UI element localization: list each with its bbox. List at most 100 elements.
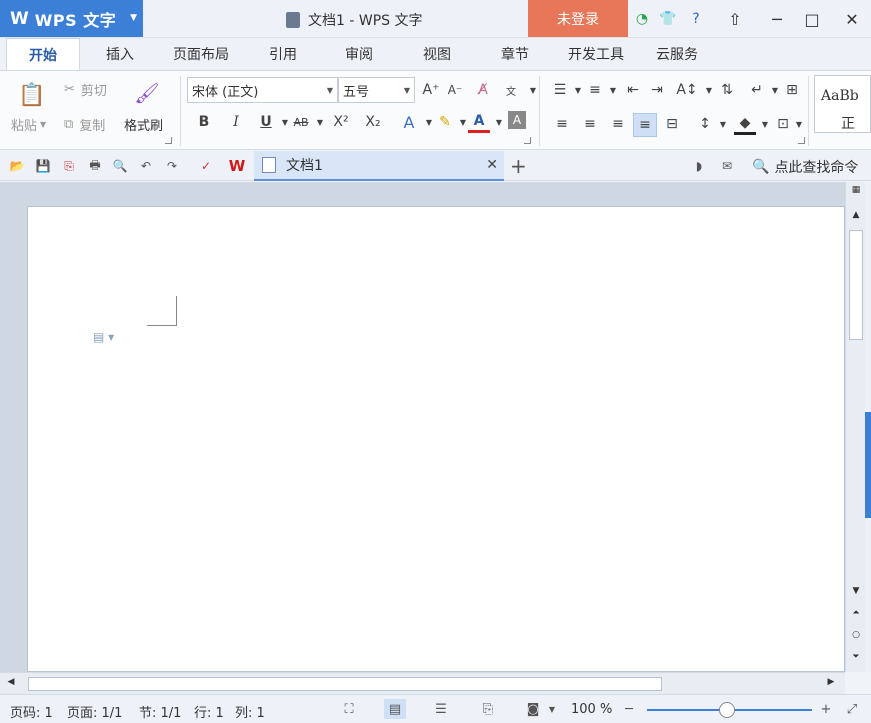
print-icon[interactable]: 🖶 xyxy=(86,157,104,175)
format-painter-button[interactable]: 格式刷 xyxy=(124,115,163,134)
bold-icon[interactable]: B xyxy=(193,111,215,133)
scroll-down-icon[interactable]: ▼ xyxy=(846,586,866,596)
chevron-down-icon[interactable]: ▼ xyxy=(788,113,810,135)
chevron-down-icon[interactable]: ▼ xyxy=(488,111,510,133)
tab-cloud-service[interactable]: 云服务 xyxy=(648,38,706,70)
scroll-left-icon[interactable]: ◀ xyxy=(4,677,18,687)
redo-icon[interactable]: ↷ xyxy=(163,157,181,175)
style-gallery-item[interactable]: AaBb 正 xyxy=(814,75,871,133)
customize-icon[interactable]: ✓ xyxy=(197,157,215,175)
command-search[interactable]: 🔍 点此查找命令 xyxy=(752,157,858,177)
paragraph-dialog-launcher[interactable] xyxy=(798,137,805,144)
font-color-icon[interactable]: A xyxy=(468,111,490,133)
print-preview-icon[interactable]: 🔍 xyxy=(111,157,129,175)
copy-button[interactable]: ⧉ 复制 xyxy=(64,115,105,134)
close-icon[interactable]: ✕ xyxy=(486,157,498,173)
wps-home-icon[interactable]: W xyxy=(226,157,248,175)
chevron-down-icon[interactable]: ▼ xyxy=(541,699,563,719)
doc-tab[interactable]: 文档1 ✕ xyxy=(254,151,504,181)
decrease-indent-icon[interactable]: ⇤ xyxy=(622,79,644,101)
clear-format-icon[interactable]: A̸ xyxy=(472,79,494,101)
scroll-right-icon[interactable]: ▶ xyxy=(824,677,838,687)
superscript-icon[interactable]: X² xyxy=(330,111,352,133)
tab-chapter[interactable]: 章节 xyxy=(490,38,540,70)
status-bar: 页码: 1 页面: 1/1 节: 1/1 行: 1 列: 1 ⛶ ▤ ☰ ⎘ ◙… xyxy=(0,694,871,723)
sync-icon[interactable]: ◔ xyxy=(632,9,652,29)
help-icon[interactable]: ? xyxy=(686,9,706,29)
tab-view[interactable]: 视图 xyxy=(412,38,462,70)
tab-references[interactable]: 引用 xyxy=(258,38,308,70)
web-view-icon[interactable]: ⎘ xyxy=(477,699,499,719)
vertical-scroll-thumb[interactable] xyxy=(849,230,863,340)
horizontal-scrollbar[interactable]: ◀ ▶ xyxy=(0,672,845,694)
tab-developer[interactable]: 开发工具 xyxy=(560,38,632,70)
paste-button[interactable]: 粘贴 ▼ xyxy=(11,115,46,134)
page-view-icon[interactable]: ▤ xyxy=(384,699,406,719)
chevron-down-icon[interactable]: ▼ xyxy=(309,111,331,133)
next-page-icon[interactable]: ⏷ xyxy=(846,652,866,662)
font-dialog-launcher[interactable] xyxy=(524,137,531,144)
login-button[interactable]: 未登录 xyxy=(528,0,628,37)
close-icon[interactable]: ✕ xyxy=(839,6,865,32)
vertical-scrollbar[interactable]: ▦ ▲ ▼ ⏶ ○ ⏷ xyxy=(845,182,865,672)
outline-view-icon[interactable]: ☰ xyxy=(430,699,452,719)
maximize-icon[interactable]: □ xyxy=(799,6,825,32)
chevron-down-icon[interactable]: ▼ xyxy=(522,79,544,101)
upload-icon[interactable]: ⇧ xyxy=(722,6,748,32)
app-menu-button[interactable]: W WPS 文字 ▼ xyxy=(0,0,143,37)
feedback-icon[interactable]: ✉ xyxy=(718,157,736,175)
fullscreen-icon[interactable]: ⛶ xyxy=(338,699,360,719)
paste-options-icon[interactable]: ▤ ▾ xyxy=(93,330,114,344)
sort-icon[interactable]: ⇅ xyxy=(716,79,738,101)
chevron-down-icon[interactable]: ▼ xyxy=(602,79,624,101)
phonetic-guide-icon[interactable]: 文 xyxy=(500,79,522,101)
font-name-select[interactable]: 宋体 (正文) ▼ xyxy=(187,77,338,103)
italic-icon[interactable]: I xyxy=(225,111,247,133)
export-pdf-icon[interactable]: ⎘ xyxy=(60,157,78,175)
minimize-icon[interactable]: ─ xyxy=(764,6,790,32)
align-right-icon[interactable]: ≡ xyxy=(607,113,629,135)
text-direction-icon[interactable]: A↕ xyxy=(676,79,698,101)
browse-object-icon[interactable]: ○ xyxy=(846,630,866,640)
table-grid-icon[interactable]: ⊞ xyxy=(781,79,803,101)
tab-page-layout[interactable]: 页面布局 xyxy=(165,38,237,70)
tab-insert[interactable]: 插入 xyxy=(92,38,148,70)
zoom-out-icon[interactable]: ─ xyxy=(618,699,640,719)
doc-mode-icon[interactable]: ◗ xyxy=(690,157,708,175)
text-effect-icon[interactable]: A xyxy=(398,111,420,133)
shrink-font-icon[interactable]: A⁻ xyxy=(444,79,466,101)
paste-label: 粘贴 xyxy=(11,119,38,134)
increase-indent-icon[interactable]: ⇥ xyxy=(646,79,668,101)
shading-icon[interactable]: ◆ xyxy=(734,113,756,135)
justify-icon[interactable]: ≡ xyxy=(633,113,657,137)
horizontal-scroll-thumb[interactable] xyxy=(28,677,662,691)
align-center-icon[interactable]: ≡ xyxy=(579,113,601,135)
distributed-align-icon[interactable]: ⊟ xyxy=(661,113,683,135)
paste-icon[interactable]: 📋 xyxy=(18,81,46,109)
side-panel-toggle[interactable] xyxy=(865,412,871,518)
char-shading-icon[interactable]: A xyxy=(508,111,526,129)
skin-icon[interactable]: 👕 xyxy=(658,9,678,29)
tab-home[interactable]: 开始 xyxy=(6,38,80,71)
font-size-select[interactable]: 五号 ▼ xyxy=(338,77,415,103)
save-icon[interactable]: 💾 xyxy=(34,157,52,175)
grow-font-icon[interactable]: A⁺ xyxy=(420,79,442,101)
clipboard-dialog-launcher[interactable] xyxy=(165,137,172,144)
chevron-down-icon[interactable]: ▼ xyxy=(712,113,734,135)
new-tab-icon[interactable]: + xyxy=(510,154,527,178)
cut-button[interactable]: ✂ 剪切 xyxy=(64,80,107,99)
zoom-slider-knob[interactable] xyxy=(719,702,735,718)
open-folder-icon[interactable]: 📂 xyxy=(8,157,26,175)
document-page[interactable]: ▤ ▾ xyxy=(27,206,845,672)
fit-window-icon[interactable]: ⤢ xyxy=(841,699,863,719)
undo-icon[interactable]: ↶ xyxy=(137,157,155,175)
tab-review[interactable]: 审阅 xyxy=(334,38,384,70)
align-left-icon[interactable]: ≡ xyxy=(551,113,573,135)
scroll-up-icon[interactable]: ▲ xyxy=(846,210,866,220)
zoom-level[interactable]: 100 % xyxy=(571,702,612,717)
prev-page-icon[interactable]: ⏶ xyxy=(846,608,866,618)
view-split-icon[interactable]: ▦ xyxy=(846,185,866,195)
zoom-in-icon[interactable]: + xyxy=(815,699,837,719)
format-painter-icon[interactable]: 🖌 xyxy=(134,80,160,106)
subscript-icon[interactable]: X₂ xyxy=(362,111,384,133)
